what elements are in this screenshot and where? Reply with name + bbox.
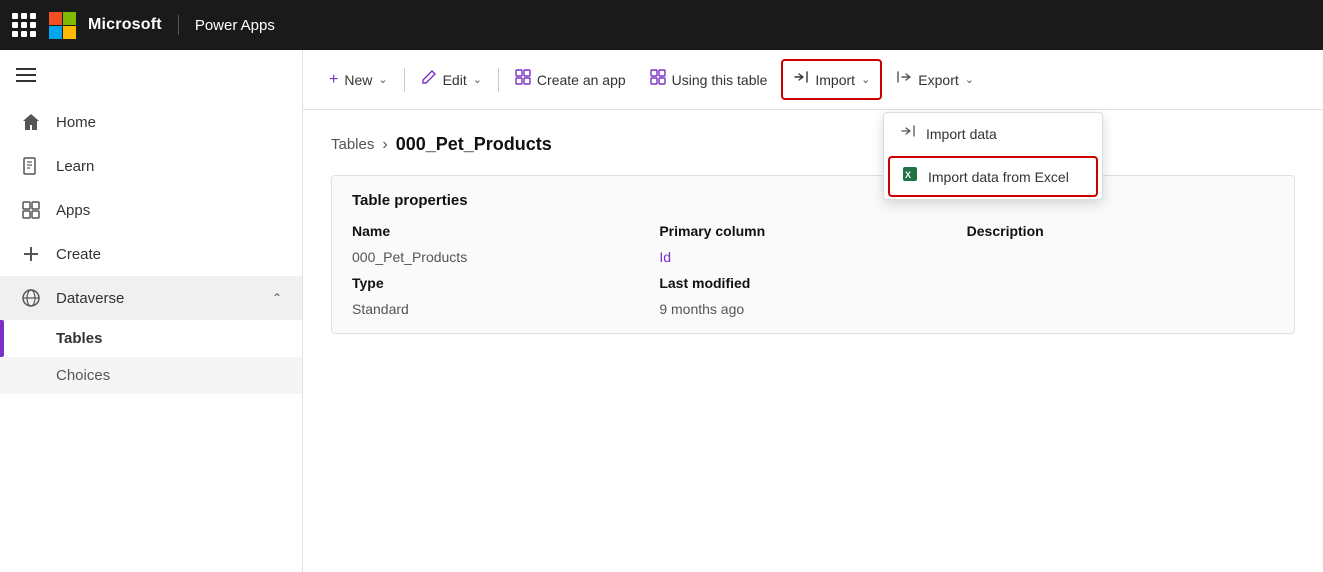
new-chevron-icon: ⌄ bbox=[378, 73, 387, 86]
new-button[interactable]: + New ⌄ bbox=[319, 63, 398, 97]
export-button[interactable]: Export ⌄ bbox=[886, 61, 984, 98]
sidebar-item-create[interactable]: Create bbox=[0, 232, 302, 276]
name-label: Name bbox=[352, 223, 659, 239]
last-modified-label: Last modified bbox=[659, 275, 966, 291]
using-table-icon bbox=[650, 69, 666, 90]
type-value: Standard bbox=[352, 301, 659, 317]
empty-cell-2 bbox=[967, 301, 1274, 317]
import-data-icon bbox=[900, 123, 916, 144]
table-props-title: Table properties bbox=[352, 192, 1274, 209]
chevron-up-icon: ⌃ bbox=[272, 291, 282, 305]
sidebar-sub-label-tables: Tables bbox=[56, 330, 102, 347]
table-properties-section: Table properties Name Primary column Des… bbox=[331, 175, 1295, 334]
using-table-button[interactable]: Using this table bbox=[640, 61, 778, 98]
content-area: Tables › 000_Pet_Products Table properti… bbox=[303, 110, 1323, 572]
app-name: Power Apps bbox=[195, 17, 275, 34]
edit-button[interactable]: Edit ⌄ bbox=[411, 61, 492, 98]
create-app-icon bbox=[515, 69, 531, 90]
export-chevron-icon: ⌄ bbox=[965, 73, 974, 86]
brand-name: Microsoft bbox=[88, 16, 162, 34]
app-launcher-icon[interactable] bbox=[12, 13, 36, 37]
dataverse-icon bbox=[20, 288, 42, 308]
sidebar-nav: Home Learn Apps Create bbox=[0, 100, 302, 572]
import-excel-item[interactable]: X Import data from Excel bbox=[888, 156, 1098, 197]
new-label: New bbox=[344, 72, 372, 88]
description-label: Description bbox=[967, 223, 1274, 239]
type-label: Type bbox=[352, 275, 659, 291]
edit-label: Edit bbox=[443, 72, 467, 88]
microsoft-logo bbox=[48, 11, 76, 39]
breadcrumb-parent[interactable]: Tables bbox=[331, 136, 374, 153]
sidebar-sub-item-tables[interactable]: Tables bbox=[0, 320, 302, 357]
create-app-button[interactable]: Create an app bbox=[505, 61, 636, 98]
sidebar: Home Learn Apps Create bbox=[0, 50, 303, 572]
import-data-item[interactable]: Import data bbox=[884, 113, 1102, 154]
create-app-label: Create an app bbox=[537, 72, 626, 88]
new-plus-icon: + bbox=[329, 71, 338, 89]
sidebar-label-create: Create bbox=[56, 246, 101, 263]
book-icon bbox=[20, 156, 42, 176]
import-dropdown: Import data X Import data from Excel bbox=[883, 112, 1103, 200]
sidebar-item-dataverse[interactable]: Dataverse ⌃ bbox=[0, 276, 302, 320]
toolbar-divider-2 bbox=[498, 68, 499, 92]
edit-chevron-icon: ⌄ bbox=[473, 73, 482, 86]
props-grid: Name Primary column Description 000_Pet_… bbox=[352, 223, 1274, 317]
import-label: Import bbox=[815, 72, 855, 88]
excel-icon: X bbox=[902, 166, 918, 187]
topbar-divider bbox=[178, 15, 179, 35]
last-modified-value: 9 months ago bbox=[659, 301, 966, 317]
apps-icon bbox=[20, 200, 42, 220]
breadcrumb-current: 000_Pet_Products bbox=[396, 134, 552, 155]
description-value bbox=[967, 249, 1274, 265]
sidebar-item-home[interactable]: Home bbox=[0, 100, 302, 144]
sidebar-item-learn[interactable]: Learn bbox=[0, 144, 302, 188]
primary-col-label: Primary column bbox=[659, 223, 966, 239]
using-table-label: Using this table bbox=[672, 72, 768, 88]
svg-text:X: X bbox=[905, 170, 911, 180]
sidebar-item-apps[interactable]: Apps bbox=[0, 188, 302, 232]
sidebar-label-apps: Apps bbox=[56, 202, 90, 219]
import-excel-label: Import data from Excel bbox=[928, 169, 1069, 185]
import-icon bbox=[793, 69, 809, 90]
toolbar: + New ⌄ Edit ⌄ Create an app bbox=[303, 50, 1323, 110]
breadcrumb-separator: › bbox=[382, 136, 387, 154]
sidebar-label-home: Home bbox=[56, 114, 96, 131]
breadcrumb: Tables › 000_Pet_Products bbox=[331, 134, 1295, 155]
import-data-label: Import data bbox=[926, 126, 997, 142]
toolbar-divider-1 bbox=[404, 68, 405, 92]
sidebar-sub-label-choices: Choices bbox=[56, 367, 110, 384]
sidebar-label-dataverse: Dataverse bbox=[56, 290, 124, 307]
main-content: + New ⌄ Edit ⌄ Create an app bbox=[303, 50, 1323, 572]
import-button[interactable]: Import ⌄ bbox=[781, 59, 882, 100]
hamburger-menu[interactable] bbox=[0, 50, 302, 100]
primary-col-value: Id bbox=[659, 249, 966, 265]
edit-pencil-icon bbox=[421, 69, 437, 90]
import-chevron-icon: ⌄ bbox=[861, 73, 870, 86]
empty-cell bbox=[967, 275, 1274, 291]
sidebar-label-learn: Learn bbox=[56, 158, 94, 175]
create-icon bbox=[20, 244, 42, 264]
export-icon bbox=[896, 69, 912, 90]
topbar: Microsoft Power Apps bbox=[0, 0, 1323, 50]
home-icon bbox=[20, 112, 42, 132]
sidebar-sub-item-choices[interactable]: Choices bbox=[0, 357, 302, 394]
name-value: 000_Pet_Products bbox=[352, 249, 659, 265]
layout: Home Learn Apps Create bbox=[0, 50, 1323, 572]
export-label: Export bbox=[918, 72, 958, 88]
